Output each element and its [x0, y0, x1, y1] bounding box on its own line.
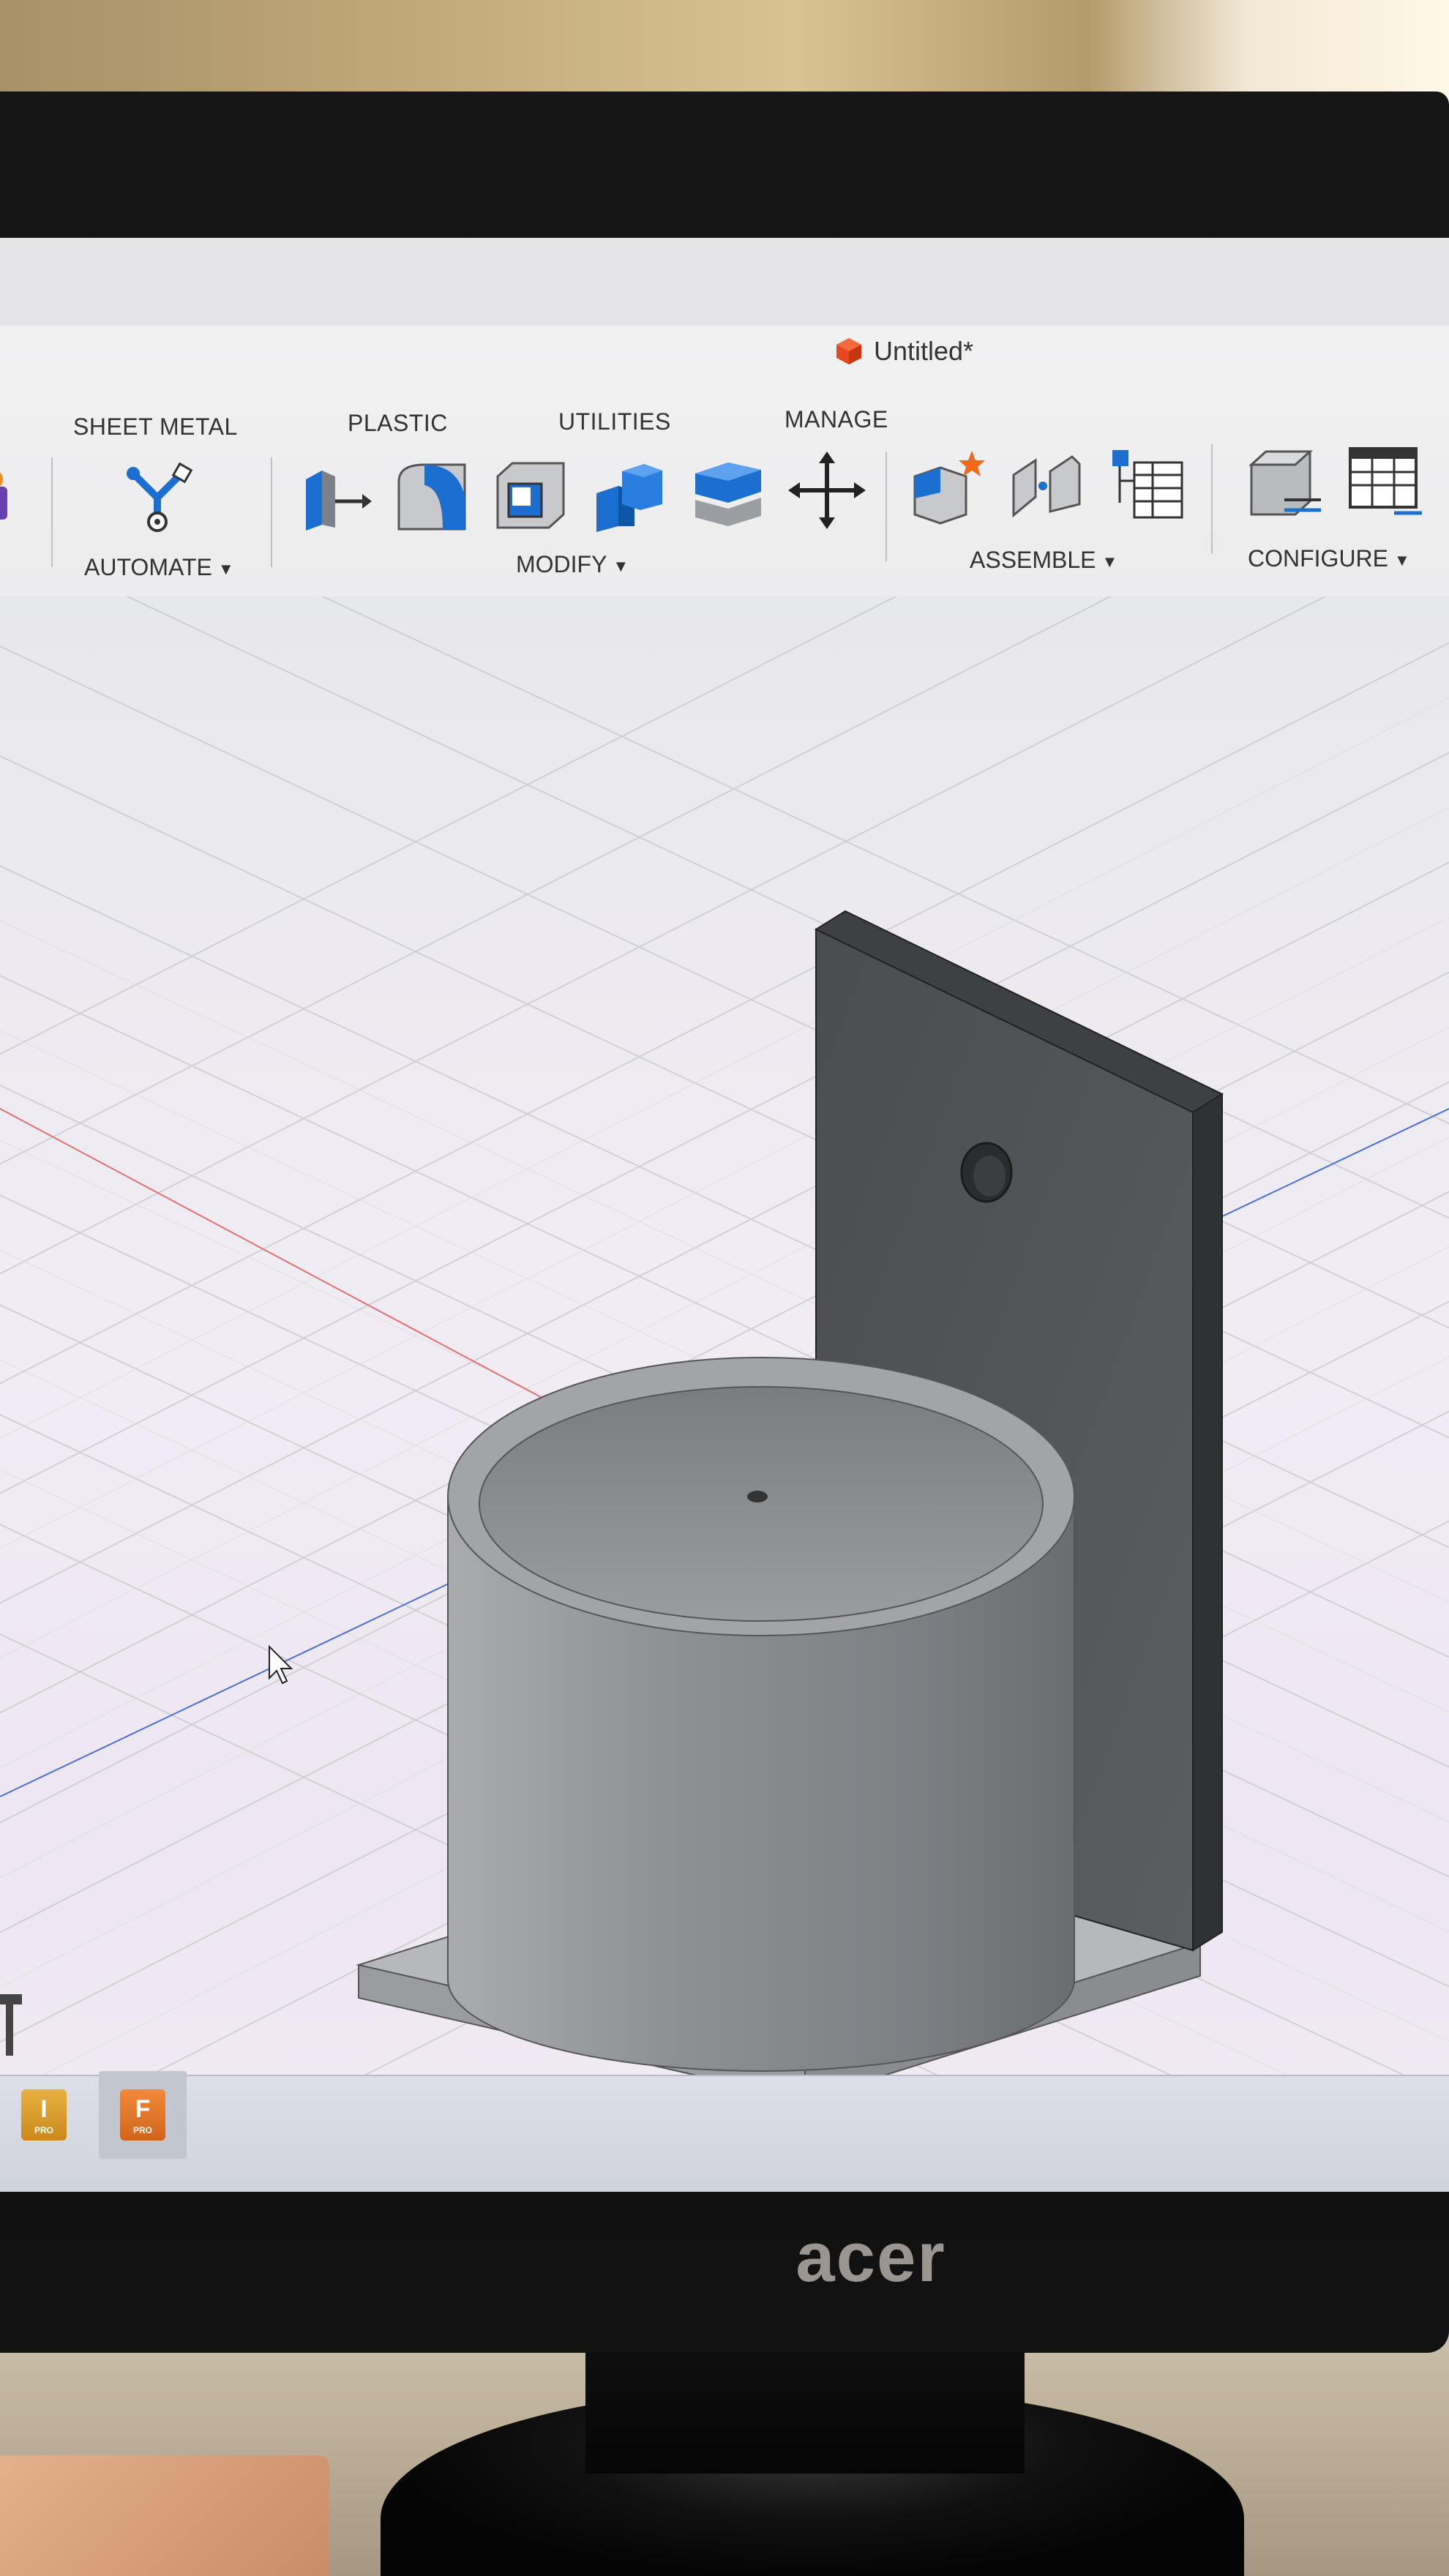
app-badge: PRO — [132, 2124, 152, 2135]
mouse-cursor-icon — [269, 1644, 293, 1685]
group-modify-label: MODIFY — [516, 551, 607, 577]
app-badge: PRO — [34, 2124, 53, 2135]
tab-manage[interactable]: MANAGE — [785, 406, 888, 433]
group-modify[interactable]: MODIFY ▼ — [516, 551, 629, 578]
desk-paper — [0, 2455, 329, 2576]
dropdown-caret-icon: ▼ — [1394, 550, 1410, 569]
taskbar-app-fusion[interactable]: F PRO — [99, 2071, 187, 2159]
group-automate-label: AUTOMATE — [84, 554, 212, 580]
create-partial-icon[interactable] — [0, 457, 22, 538]
model-canvas[interactable] — [0, 596, 1449, 2192]
toolbar-separator — [51, 457, 53, 567]
group-configure[interactable]: CONFIGURE ▼ — [1248, 545, 1410, 572]
window-title-strip — [0, 238, 1449, 327]
fillet-icon[interactable] — [392, 456, 472, 536]
bom-table-icon[interactable] — [1105, 444, 1186, 525]
screen: Untitled* SHEET METAL PLASTIC UTILITIES … — [0, 238, 1449, 2192]
shell-icon[interactable] — [490, 454, 571, 535]
dropdown-caret-icon: ▼ — [217, 559, 234, 578]
group-configure-label: CONFIGURE — [1248, 545, 1388, 572]
joint-icon[interactable] — [1006, 446, 1087, 526]
new-component-icon[interactable] — [907, 447, 988, 528]
configure-model-icon[interactable] — [1244, 443, 1325, 523]
group-assemble-label: ASSEMBLE — [970, 547, 1096, 573]
timeline-handle-icon[interactable] — [0, 1994, 22, 2060]
cube-document-icon — [836, 338, 861, 364]
tab-utilities[interactable]: UTILITIES — [558, 408, 671, 435]
group-automate[interactable]: AUTOMATE ▼ — [84, 554, 234, 581]
move-copy-icon[interactable] — [787, 450, 867, 531]
tab-plastic[interactable]: PLASTIC — [348, 410, 448, 437]
fusion-app-icon: F PRO — [120, 2089, 165, 2141]
monitor-brand-logo: acer — [795, 2218, 946, 2296]
document-title-text: Untitled* — [874, 336, 974, 366]
os-taskbar — [0, 2075, 1449, 2192]
dropdown-caret-icon: ▼ — [613, 556, 629, 575]
canvas-viewport[interactable] — [0, 596, 1449, 2192]
toolbar-separator — [271, 457, 272, 567]
toolbar-separator — [886, 452, 887, 561]
toolbar-separator — [1211, 444, 1213, 554]
app-letter: I — [40, 2094, 48, 2123]
split-body-icon[interactable] — [688, 452, 768, 532]
origin-point — [747, 1491, 768, 1502]
document-title: Untitled* — [834, 333, 973, 370]
app-letter: F — [135, 2094, 151, 2123]
tab-sheet-metal[interactable]: SHEET METAL — [73, 413, 238, 441]
group-assemble[interactable]: ASSEMBLE ▼ — [970, 547, 1117, 574]
inventor-app-icon: I PRO — [21, 2089, 67, 2141]
taskbar-app-inventor[interactable]: I PRO — [0, 2071, 88, 2159]
press-pull-icon[interactable] — [293, 457, 373, 538]
dropdown-caret-icon: ▼ — [1101, 552, 1118, 571]
automate-icon[interactable] — [117, 457, 198, 538]
combine-icon[interactable] — [589, 453, 670, 533]
cylinder-cup[interactable] — [447, 1357, 1075, 2072]
configuration-table-icon[interactable] — [1343, 441, 1423, 522]
